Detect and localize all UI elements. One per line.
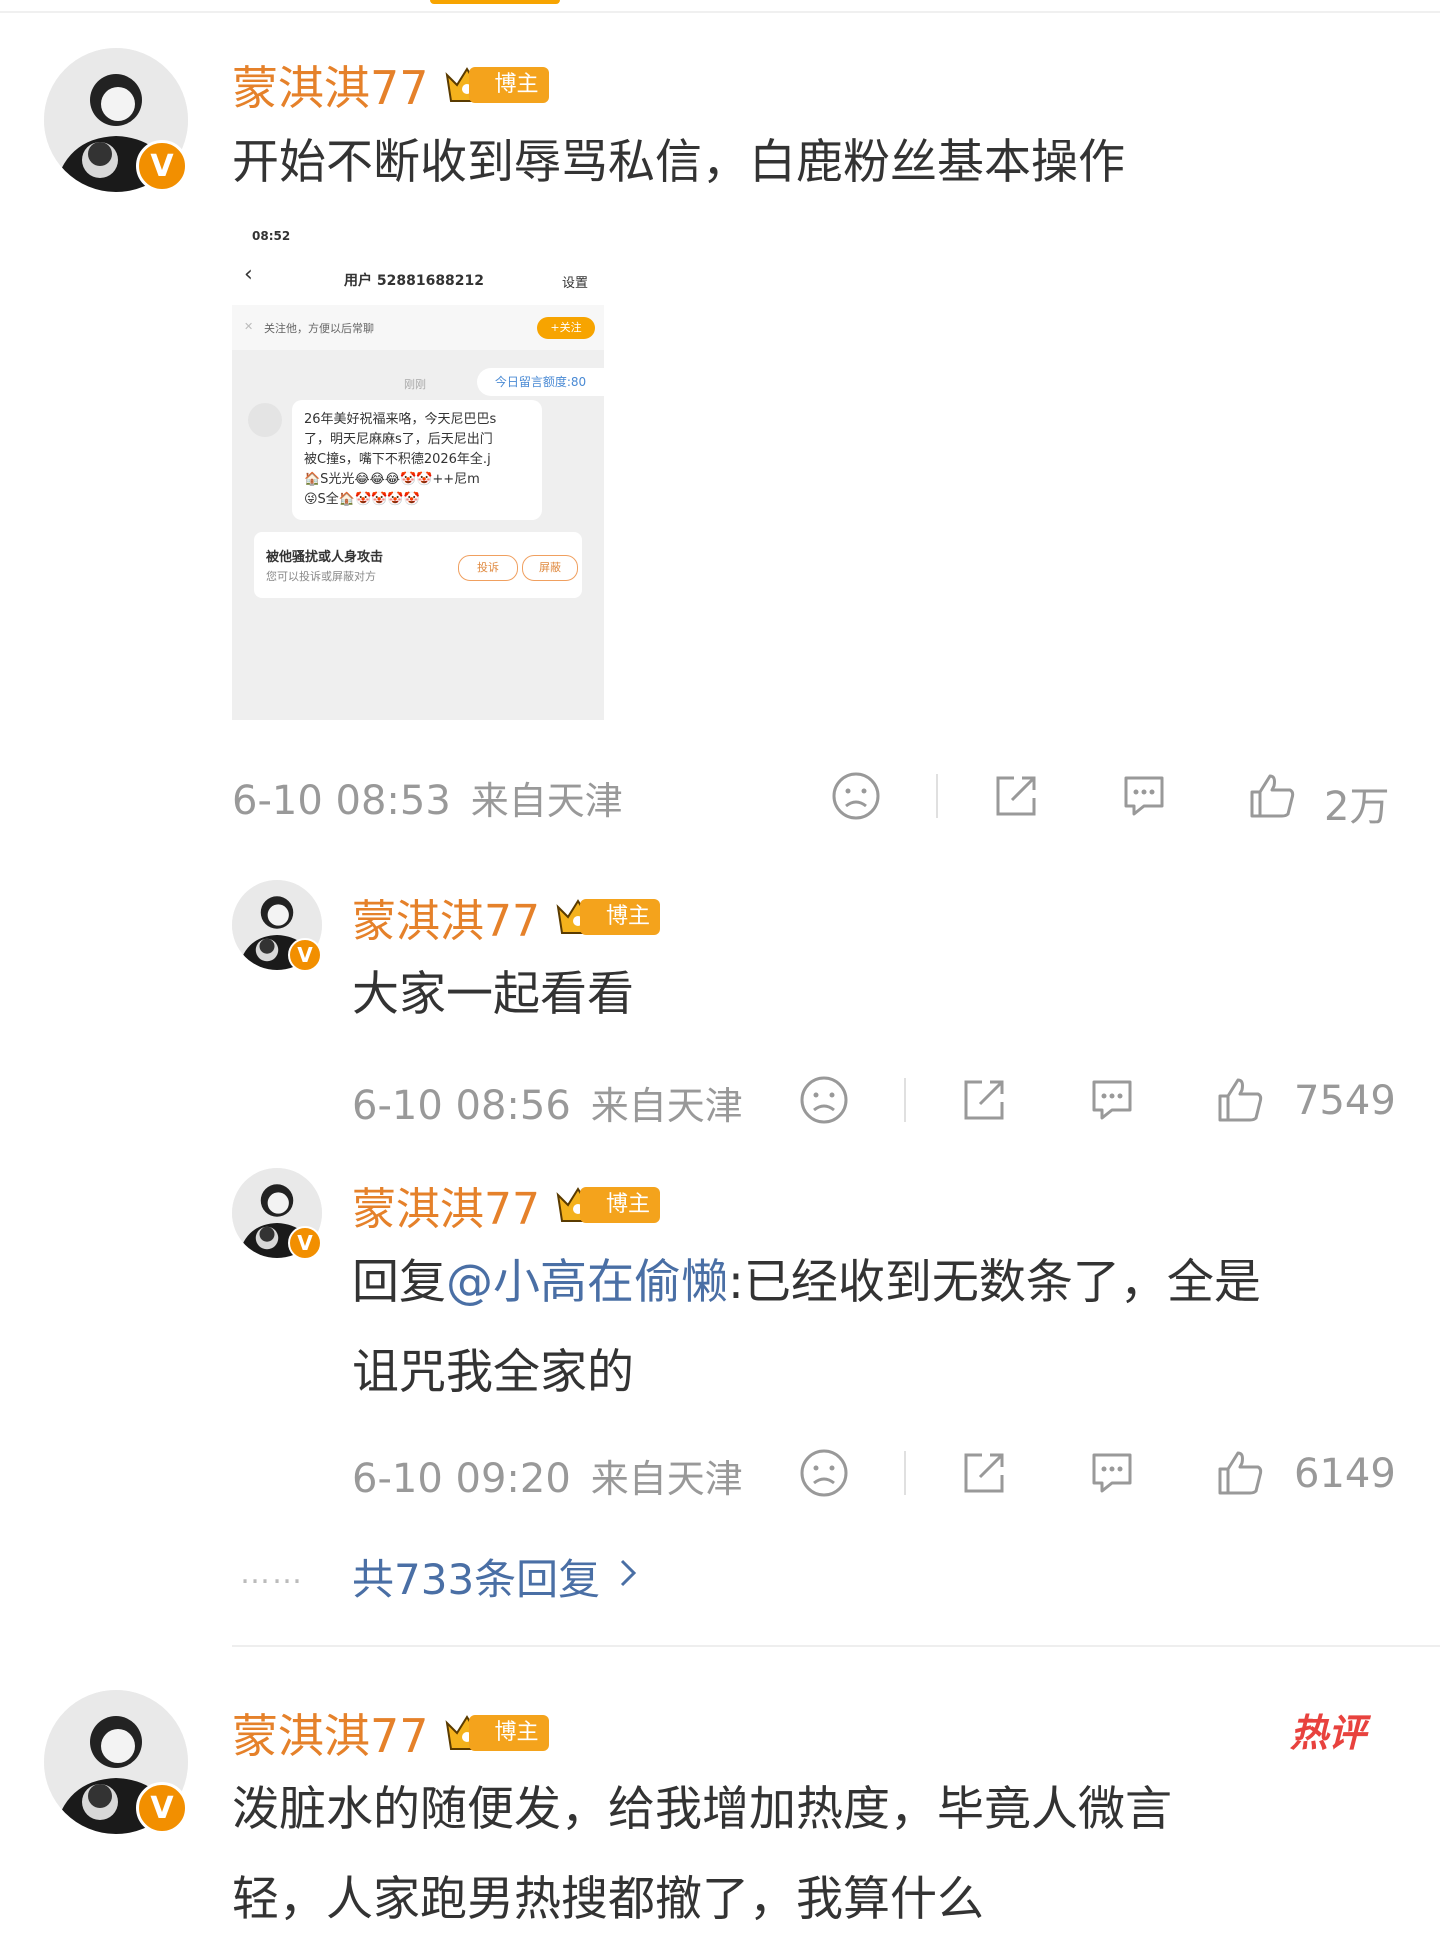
block-button: 屏蔽 [522, 555, 578, 581]
location: 来自天津 [590, 1457, 743, 1501]
timestamp: 6-10 09:20 [352, 1456, 571, 1502]
back-arrow-icon: ‹ [244, 262, 253, 287]
thumbs-up-icon[interactable] [1214, 1074, 1266, 1126]
close-icon: ✕ [244, 320, 254, 333]
report-subtitle: 您可以投诉或屏蔽对方 [266, 570, 376, 583]
follow-button: +关注 [537, 317, 595, 339]
follow-hint: 关注他，方便以后常聊 [264, 322, 374, 335]
mention-link[interactable]: @小高在偷懒 [446, 1255, 728, 1310]
action-divider [904, 1451, 906, 1495]
hot-comment-tag: 热评 [1290, 1711, 1367, 1755]
reply-line-2: 诅咒我全家的 [352, 1345, 634, 1400]
quota-label: 今日留言额度:80 [477, 368, 604, 396]
share-icon[interactable] [958, 1447, 1010, 1499]
message-line: 被C撞s，嘴下不积德2026年全.j [304, 452, 491, 467]
username[interactable]: 蒙淇淇77 [352, 885, 540, 949]
share-icon[interactable] [958, 1074, 1010, 1126]
top-divider [0, 11, 1440, 13]
like-count: 2万 [1324, 784, 1390, 830]
like-count: 7549 [1294, 1078, 1396, 1124]
message-bubble: 26年美好祝福来咯，今天尼巴巴s 了，明天尼麻麻s了，后天尼出门 被C撞s，嘴下… [292, 400, 542, 520]
blogger-badge: 博主 [468, 1715, 549, 1751]
dots-separator: …… [240, 1556, 304, 1591]
action-divider [904, 1078, 906, 1122]
location: 来自天津 [590, 1084, 743, 1128]
action-divider [936, 774, 938, 818]
username[interactable]: 蒙淇淇77 [232, 1700, 429, 1766]
comment-icon[interactable] [1086, 1074, 1138, 1126]
report-button: 投诉 [458, 555, 518, 581]
thumbs-up-icon[interactable] [1246, 770, 1298, 822]
comment-icon[interactable] [1086, 1447, 1138, 1499]
username[interactable]: 蒙淇淇77 [352, 1173, 540, 1237]
comment-divider [232, 1645, 1440, 1647]
message-line: 😜S全🏠🤡🤡🤡🤡 [304, 492, 420, 507]
attached-image[interactable]: 08:52 ‹ 用户 52881688212 设置 ✕ 关注他，方便以后常聊 +… [232, 220, 604, 720]
user-header: 蒙淇淇77 博主 [232, 52, 549, 118]
verified-badge: V [136, 1782, 188, 1834]
chevron-right-icon [616, 1552, 640, 1601]
comment-meta: 6-10 08:53 来自天津 [232, 770, 623, 825]
comment-text: 开始不断收到辱骂私信，白鹿粉丝基本操作 [232, 135, 1125, 190]
verified-badge: V [288, 938, 322, 972]
comment-icon[interactable] [1118, 770, 1170, 822]
more-replies-label: 共733条回复 [352, 1555, 601, 1604]
thumbs-up-icon[interactable] [1214, 1447, 1266, 1499]
message-line: 🏠S光光😂😂😂🤡🤡++尼m [304, 472, 480, 487]
location: 来自天津 [470, 779, 623, 823]
reply-prefix: 回复 [352, 1255, 446, 1310]
reply-meta: 6-10 09:20 来自天津 [352, 1448, 743, 1503]
username[interactable]: 蒙淇淇77 [232, 52, 429, 118]
reply-line-1: 回复@小高在偷懒:已经收到无数条了，全是 [352, 1238, 1412, 1328]
comment-line-1: 泼脏水的随便发，给我增加热度，毕竟人微言 [232, 1782, 1172, 1837]
reply-meta: 6-10 08:56 来自天津 [352, 1075, 743, 1130]
screenshot-time: 08:52 [252, 229, 291, 243]
comment-text: 泼脏水的随便发，给我增加热度，毕竟人微言 轻，人家跑男热搜都撤了，我算什么 [232, 1765, 1382, 1945]
timestamp: 6-10 08:53 [232, 778, 451, 824]
share-icon[interactable] [990, 770, 1042, 822]
timestamp: 6-10 08:56 [352, 1083, 571, 1129]
reply-body: :已经收到无数条了，全是 [728, 1255, 1261, 1310]
like-count: 6149 [1294, 1451, 1396, 1497]
reply-text: 回复@小高在偷懒:已经收到无数条了，全是 诅咒我全家的 [352, 1238, 1412, 1418]
screenshot-title: 用户 52881688212 [344, 273, 485, 289]
reply-text: 大家一起看看 [352, 967, 634, 1022]
message-line: 了，明天尼麻麻s了，后天尼出门 [304, 432, 493, 447]
user-header: 蒙淇淇77 博主 [232, 1700, 549, 1766]
sad-face-icon[interactable] [830, 770, 882, 822]
tab-indicator [430, 0, 560, 4]
screenshot-settings: 设置 [562, 276, 589, 291]
verified-badge: V [288, 1226, 322, 1260]
message-line: 26年美好祝福来咯，今天尼巴巴s [304, 412, 497, 427]
verified-badge: V [136, 140, 188, 192]
blogger-badge: 博主 [580, 899, 661, 935]
report-title: 被他骚扰或人身攻击 [266, 550, 384, 565]
user-header: 蒙淇淇77 博主 [352, 885, 661, 949]
sender-avatar [248, 403, 282, 437]
blogger-badge: 博主 [468, 67, 549, 103]
comment-line-2: 轻，人家跑男热搜都撤了，我算什么 [232, 1872, 984, 1927]
just-now-label: 刚刚 [404, 378, 426, 391]
user-header: 蒙淇淇77 博主 [352, 1173, 661, 1237]
sad-face-icon[interactable] [798, 1447, 850, 1499]
more-replies-link[interactable]: 共733条回复 [352, 1546, 640, 1607]
blogger-badge: 博主 [580, 1187, 661, 1223]
sad-face-icon[interactable] [798, 1074, 850, 1126]
